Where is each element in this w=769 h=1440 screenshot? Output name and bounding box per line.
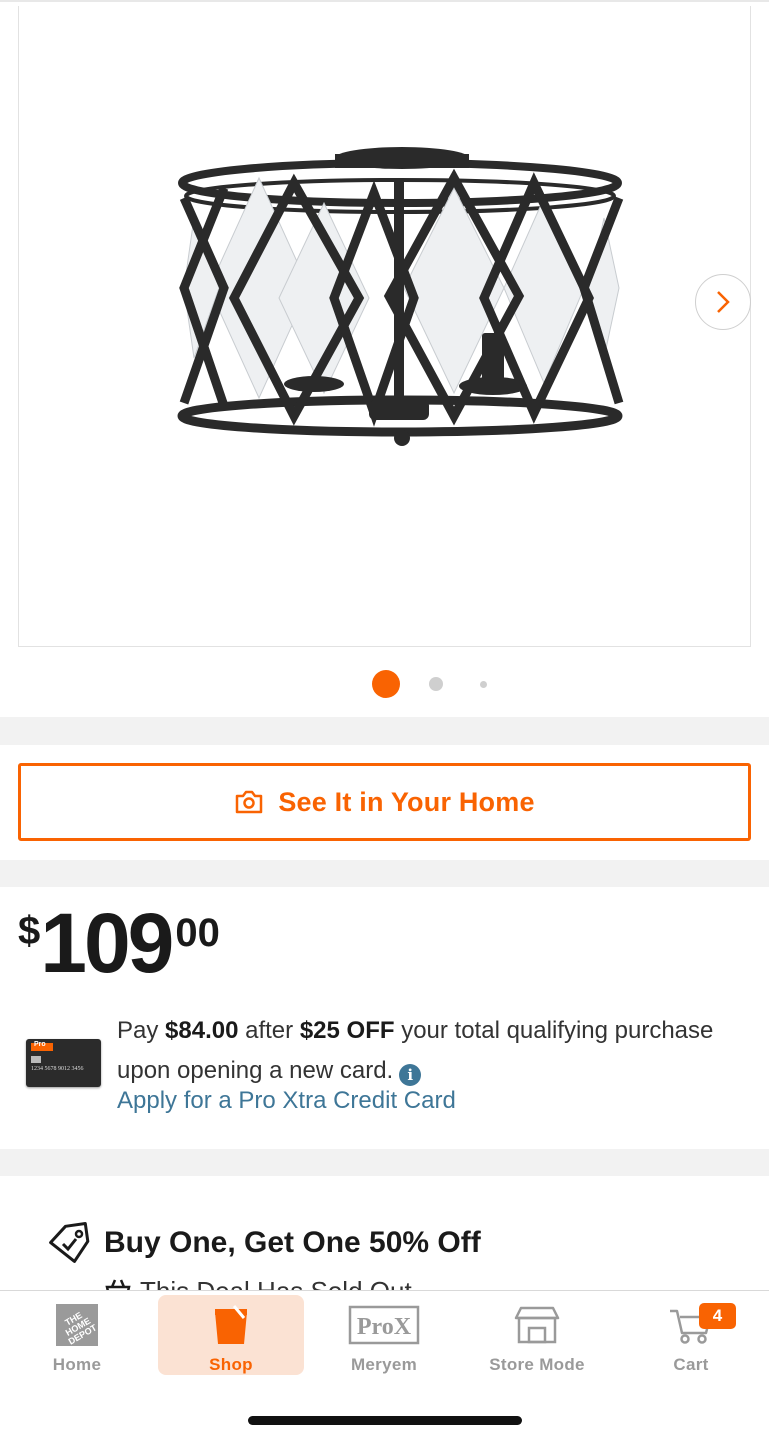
product-image-ceiling-light [177, 147, 624, 446]
prox-logo-text: ProX [357, 1314, 412, 1340]
home-indicator[interactable] [248, 1416, 522, 1425]
store-icon [514, 1306, 560, 1344]
product-image-gallery [0, 0, 769, 717]
product-image-frame[interactable] [18, 6, 751, 647]
info-icon[interactable]: i [399, 1064, 422, 1086]
nav-label-shop: Shop [209, 1355, 253, 1374]
see-it-in-your-home-button[interactable]: See It in Your Home [18, 763, 751, 841]
card-brand-text: Pro [34, 1041, 46, 1048]
home-depot-logo-icon: THE HOME DEPOT [56, 1304, 99, 1347]
product-price: $ 109 00 [18, 901, 220, 985]
nav-item-meryem[interactable]: ProX Meryem [311, 1295, 457, 1375]
see-it-in-your-home-label: See It in Your Home [278, 786, 535, 817]
price-card: $ 109 00 Pro 1234 5678 9012 3456 Pay $84… [0, 887, 769, 1149]
nav-item-home[interactable]: THE HOME DEPOT Home [4, 1295, 150, 1375]
card-number-text: 1234 5678 9012 3456 [31, 1066, 84, 1072]
deal-card: Buy One, Get One 50% Off This Deal Has S… [0, 1176, 769, 1296]
prox-icon: ProX [348, 1305, 420, 1345]
nav-label-cart: Cart [673, 1355, 709, 1374]
price-currency: $ [18, 909, 41, 953]
nav-item-store-mode[interactable]: Store Mode [464, 1295, 610, 1375]
cart-count-badge: 4 [699, 1303, 736, 1329]
credit-offer-text: Pay $84.00 after $25 OFF your total qual… [117, 1017, 714, 1086]
next-image-button[interactable] [695, 274, 751, 330]
ar-preview-card: See It in Your Home [0, 745, 769, 860]
pagination-dot[interactable] [429, 677, 443, 691]
pagination-dot-active[interactable] [372, 670, 400, 698]
nav-label-home: Home [52, 1355, 102, 1374]
nav-label-meryem: Meryem [350, 1355, 418, 1374]
nav-item-shop[interactable]: Shop [158, 1295, 304, 1375]
pro-xtra-credit-card-image: Pro 1234 5678 9012 3456 [26, 1039, 101, 1087]
tag-icon [49, 1222, 90, 1263]
pagination-dot[interactable] [480, 681, 487, 688]
apply-credit-card-link[interactable]: Apply for a Pro Xtra Credit Card [117, 1087, 456, 1115]
camera-icon [236, 790, 263, 814]
nav-item-cart[interactable]: Cart [618, 1295, 764, 1375]
chevron-right-icon [717, 291, 730, 313]
shop-bucket-icon [215, 1305, 247, 1344]
price-dollars: 109 [40, 896, 174, 990]
deal-title: Buy One, Get One 50% Off [104, 1226, 481, 1259]
nav-label-store-mode: Store Mode [489, 1355, 585, 1374]
price-cents: 00 [175, 911, 220, 955]
gallery-pagination [0, 669, 769, 699]
